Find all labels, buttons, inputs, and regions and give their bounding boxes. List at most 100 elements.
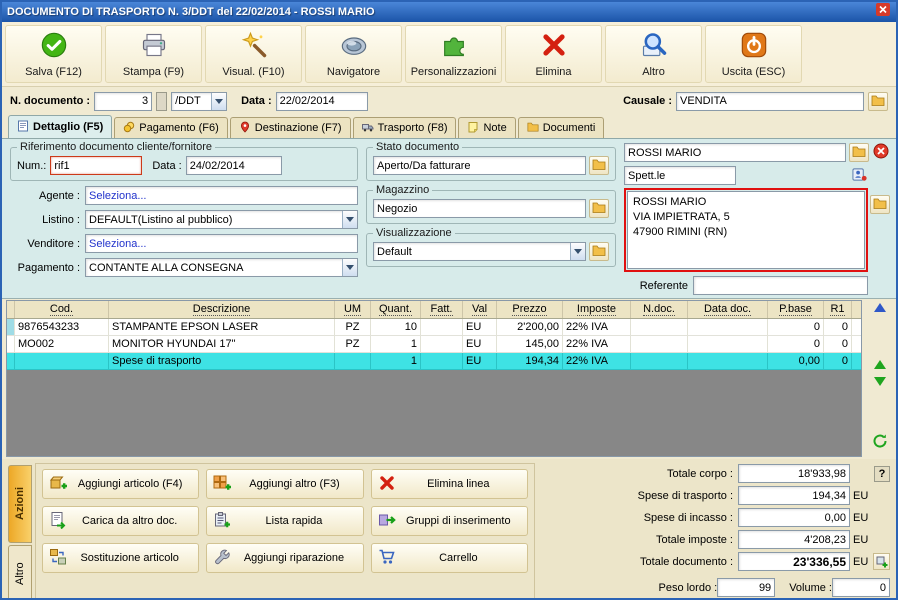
tab-destinazione[interactable]: Destinazione (F7) <box>229 117 351 138</box>
contact-button[interactable] <box>850 167 868 185</box>
refresh-icon[interactable] <box>872 433 888 454</box>
quick-list-button[interactable]: Lista rapida <box>206 506 364 536</box>
close-button[interactable] <box>875 3 891 21</box>
cliente-input[interactable]: ROSSI MARIO <box>624 143 846 162</box>
visualizzazione-folder-button[interactable] <box>589 242 609 261</box>
contact-icon <box>851 167 867 185</box>
col-fatt[interactable]: Fatt. <box>421 301 463 318</box>
doc-date-input[interactable]: 22/02/2014 <box>275 91 368 111</box>
col-cod[interactable]: Cod. <box>15 301 109 318</box>
load-from-doc-button[interactable]: Carica da altro doc. <box>42 506 200 536</box>
cart-button[interactable]: Carrello <box>370 543 528 573</box>
visualizzazione-select[interactable]: Default <box>373 242 586 261</box>
table-row[interactable]: MO002 MONITOR HYUNDAI 17" PZ 1 EU 145,00… <box>7 336 861 353</box>
move-down-icon[interactable] <box>874 376 886 386</box>
peso-input[interactable]: 99 <box>717 578 776 597</box>
note-icon <box>467 121 479 136</box>
delete-button[interactable]: Elimina <box>505 25 602 83</box>
folder-icon <box>873 197 887 212</box>
customizations-button[interactable]: Personalizzazioni <box>405 25 502 83</box>
col-imposte[interactable]: Imposte <box>563 301 631 318</box>
substitute-article-button[interactable]: Sostituzione articolo <box>42 543 200 573</box>
tab-trasporto[interactable]: Trasporto (F8) <box>352 117 457 138</box>
peso-volume-row: Peso lordo : 99 Volume : 0 <box>545 578 890 597</box>
cells-plus-icon <box>213 474 232 495</box>
close-icon <box>876 3 890 21</box>
magazzino-input[interactable]: Negozio <box>373 199 586 218</box>
col-descrizione[interactable]: Descrizione <box>109 301 335 318</box>
tab-pagamento[interactable]: Pagamento (F6) <box>114 117 228 138</box>
table-row-selected[interactable]: Spese di trasporto 1 EU 194,34 22% IVA 0… <box>7 353 861 370</box>
side-tab-altro[interactable]: Altro <box>8 545 32 598</box>
doc-number-input[interactable]: 3 <box>94 91 153 111</box>
cliente-remove-button[interactable] <box>872 143 890 162</box>
agente-input[interactable]: Seleziona... <box>85 186 358 205</box>
other-button[interactable]: Altro <box>605 25 702 83</box>
insert-groups-button[interactable]: Gruppi di inserimento <box>370 506 528 536</box>
col-r1[interactable]: R1 <box>824 301 852 318</box>
add-article-button[interactable]: Aggiungi articolo (F4) <box>42 469 200 499</box>
truck-icon <box>361 121 374 136</box>
stato-folder-button[interactable] <box>589 156 609 175</box>
referente-input[interactable] <box>693 276 868 295</box>
causale-folder-button[interactable] <box>868 91 888 111</box>
riferimento-legend: Riferimento documento cliente/fornitore <box>20 141 212 153</box>
side-tab-azioni[interactable]: Azioni <box>8 465 32 543</box>
spese-trasporto-value[interactable]: 194,34 <box>738 486 850 505</box>
table-row[interactable]: 9876543233 STAMPANTE EPSON LASER PZ 10 E… <box>7 319 861 336</box>
delete-line-button[interactable]: Elimina linea <box>370 469 528 499</box>
save-button[interactable]: Salva (F12) <box>5 25 102 83</box>
actions-panel: Aggiungi articolo (F4) Aggiungi altro (F… <box>35 463 535 598</box>
document-arrow-icon <box>49 511 67 532</box>
venditore-input[interactable]: Seleziona... <box>85 234 358 253</box>
col-um[interactable]: UM <box>335 301 371 318</box>
wrench-icon <box>213 548 231 569</box>
rif-num-input[interactable]: rif1 <box>50 156 143 175</box>
add-repair-button[interactable]: Aggiungi riparazione <box>206 543 364 573</box>
col-quant[interactable]: Quant. <box>371 301 421 318</box>
totals-detail-button[interactable] <box>873 553 890 570</box>
col-datadoc[interactable]: Data doc. <box>688 301 768 318</box>
doc-type-select[interactable]: /DDT <box>171 91 228 111</box>
cliente-folder-button[interactable] <box>849 143 869 162</box>
preview-button[interactable]: Visual. (F10) <box>205 25 302 83</box>
delete-icon <box>873 143 889 162</box>
navigator-button[interactable]: Navigatore <box>305 25 402 83</box>
exit-button[interactable]: Uscita (ESC) <box>705 25 802 83</box>
spese-incasso-value[interactable]: 0,00 <box>738 508 850 527</box>
tab-documenti[interactable]: Documenti <box>517 117 605 138</box>
volume-input[interactable]: 0 <box>832 578 890 597</box>
visualizzazione-group: Visualizzazione Default <box>366 227 616 267</box>
help-button[interactable]: ? <box>874 465 890 482</box>
swap-boxes-icon <box>49 548 67 569</box>
scroll-up-icon[interactable] <box>874 303 886 312</box>
spese-incasso-row: Spese di incasso : 0,00 EU <box>545 508 890 527</box>
address-line: 47900 RIMINI (RN) <box>633 225 728 238</box>
col-ndoc[interactable]: N.doc. <box>631 301 688 318</box>
main-toolbar: Salva (F12) Stampa (F9) Visual. (F10) Na… <box>2 22 896 87</box>
group-arrow-icon <box>378 511 396 532</box>
print-button[interactable]: Stampa (F9) <box>105 25 202 83</box>
doc-number-aux-button[interactable] <box>156 91 168 111</box>
red-x-icon <box>378 474 396 495</box>
rif-data-input[interactable]: 24/02/2014 <box>185 156 282 175</box>
listino-select[interactable]: DEFAULT(Listino al pubblico) <box>85 210 358 229</box>
tab-dettaglio[interactable]: Dettaglio (F5) <box>8 115 113 138</box>
col-val[interactable]: Val <box>463 301 497 318</box>
col-prezzo[interactable]: Prezzo <box>497 301 563 318</box>
red-x-icon <box>540 31 568 64</box>
move-up-icon[interactable] <box>874 359 886 369</box>
col-pbase[interactable]: P.base <box>768 301 824 318</box>
magic-wand-icon <box>240 31 268 64</box>
magazzino-folder-button[interactable] <box>589 199 609 218</box>
salutation-input[interactable]: Spett.le <box>624 166 736 185</box>
puzzle-icon <box>440 31 468 64</box>
tab-note[interactable]: Note <box>458 117 516 138</box>
causale-input[interactable]: VENDITA <box>676 91 864 111</box>
stato-documento-input[interactable]: Aperto/Da fatturare <box>373 156 586 175</box>
detail-form-icon <box>17 120 29 135</box>
address-box[interactable]: ROSSI MARIO VIA IMPIETRATA, 5 47900 RIMI… <box>627 191 865 269</box>
add-other-button[interactable]: Aggiungi altro (F3) <box>206 469 364 499</box>
pagamento-select[interactable]: CONTANTE ALLA CONSEGNA <box>85 258 358 277</box>
address-folder-button[interactable] <box>870 195 890 214</box>
